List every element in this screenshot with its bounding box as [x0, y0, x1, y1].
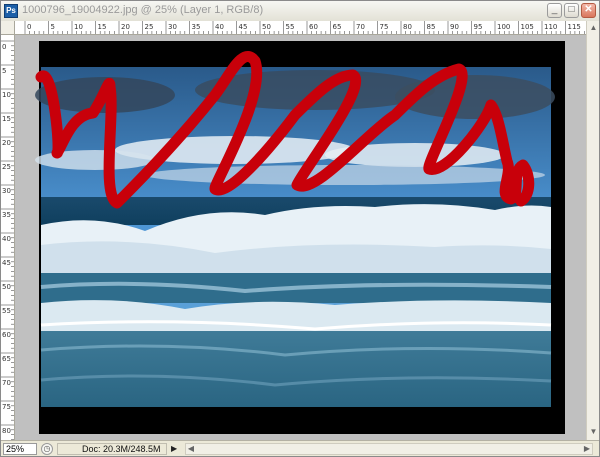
horizontal-ruler-ticks: 0 5 10 15 20 25 30 35 40 45 50 55 60 65 70 75 80 85 90 95 10… [24, 21, 585, 34]
title-bar[interactable]: Ps 1000796_19004922.jpg @ 25% (Layer 1, … [1, 1, 599, 22]
ruler-tick-label: 45 [2, 259, 11, 267]
ruler-tick-label: 65 [333, 23, 342, 31]
scroll-down-button[interactable]: ▼ [588, 426, 599, 437]
ruler-tick-label: 30 [168, 23, 177, 31]
ruler-tick-label: 5 [2, 67, 6, 75]
canvas-area[interactable] [15, 35, 586, 440]
ruler-tick-label: 0 [27, 23, 31, 31]
ruler-tick-label: 95 [474, 23, 483, 31]
window-title: 1000796_19004922.jpg @ 25% (Layer 1, RGB… [22, 4, 264, 16]
ruler-tick-label: 80 [403, 23, 412, 31]
zoom-icon[interactable]: ◷ [41, 443, 53, 455]
ruler-tick-label: 35 [192, 23, 201, 31]
ruler-tick-label: 110 [544, 23, 557, 31]
status-bar: 25% ◷ Doc: 20.3M/248.5M ▶ ◀ ▶ [1, 440, 599, 456]
minimize-button[interactable]: _ [547, 3, 562, 18]
ruler-tick-label: 60 [2, 331, 11, 339]
ruler-tick-label: 15 [98, 23, 107, 31]
close-button[interactable]: ✕ [581, 3, 596, 18]
vertical-ruler[interactable]: 0 5 10 15 20 25 30 35 40 45 50 55 60 65 70 75 80 [1, 35, 15, 440]
ruler-tick-label: 55 [2, 307, 11, 315]
maximize-button[interactable]: □ [564, 3, 579, 18]
scroll-right-button[interactable]: ▶ [582, 444, 592, 454]
ruler-tick-label: 25 [2, 163, 11, 171]
ruler-tick-label: 115 [568, 23, 581, 31]
ruler-tick-label: 0 [2, 43, 6, 51]
ruler-tick-label: 15 [2, 115, 11, 123]
ruler-tick-label: 90 [450, 23, 459, 31]
vertical-ruler-ticks: 0 5 10 15 20 25 30 35 40 45 50 55 60 65 70 75 80 [1, 40, 14, 440]
ruler-tick-label: 75 [2, 403, 11, 411]
ruler-tick-label: 85 [427, 23, 436, 31]
ruler-tick-label: 70 [2, 379, 11, 387]
horizontal-ruler[interactable]: 0 5 10 15 20 25 30 35 40 45 50 55 60 65 70 75 80 85 90 95 10… [15, 21, 586, 35]
scroll-up-button[interactable]: ▲ [588, 22, 599, 33]
ruler-tick-label: 105 [521, 23, 534, 31]
ruler-tick-label: 10 [74, 23, 83, 31]
ruler-tick-label: 40 [2, 235, 11, 243]
ruler-tick-label: 60 [309, 23, 318, 31]
ruler-tick-label: 5 [51, 23, 55, 31]
vertical-scrollbar[interactable]: ▲ ▼ [586, 21, 599, 440]
status-menu-arrow[interactable]: ▶ [171, 443, 181, 455]
ruler-tick-label: 45 [239, 23, 248, 31]
horizontal-scrollbar[interactable]: ◀ ▶ [185, 443, 593, 455]
document-size-info: Doc: 20.3M/248.5M [57, 443, 167, 455]
ruler-tick-label: 75 [380, 23, 389, 31]
ruler-tick-label: 25 [145, 23, 154, 31]
document-canvas[interactable] [15, 35, 586, 440]
ruler-tick-label: 40 [215, 23, 224, 31]
document-window: Ps 1000796_19004922.jpg @ 25% (Layer 1, … [0, 0, 600, 457]
scroll-left-button[interactable]: ◀ [186, 444, 196, 454]
zoom-level-input[interactable]: 25% [3, 443, 37, 455]
ruler-tick-label: 30 [2, 187, 11, 195]
ruler-tick-label: 80 [2, 427, 11, 435]
ruler-origin[interactable] [1, 21, 15, 35]
ruler-tick-label: 70 [356, 23, 365, 31]
ruler-tick-label: 50 [2, 283, 11, 291]
ruler-tick-label: 65 [2, 355, 11, 363]
photoshop-icon: Ps [4, 4, 18, 18]
ruler-tick-label: 55 [286, 23, 295, 31]
ruler-tick-label: 35 [2, 211, 11, 219]
ruler-tick-label: 20 [121, 23, 130, 31]
ruler-tick-label: 20 [2, 139, 11, 147]
ruler-tick-label: 50 [262, 23, 271, 31]
ruler-tick-label: 100 [497, 23, 510, 31]
ruler-tick-label: 10 [2, 91, 11, 99]
